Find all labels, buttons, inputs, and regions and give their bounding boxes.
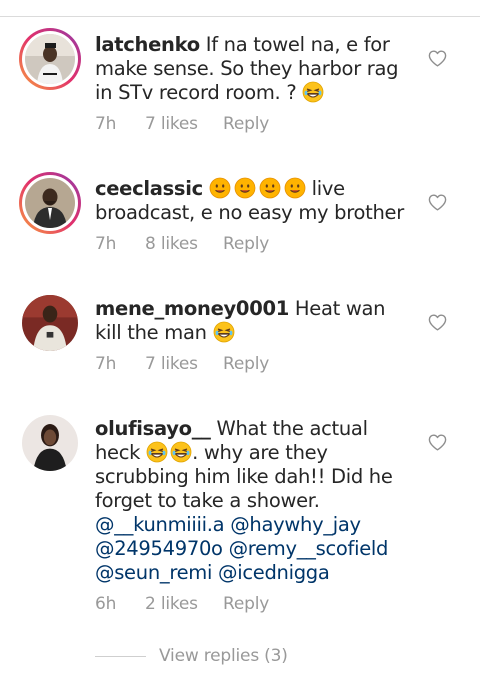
heart-icon[interactable] <box>428 314 447 331</box>
avatar[interactable] <box>19 412 81 474</box>
heart-icon[interactable] <box>428 434 447 451</box>
avatar-photo <box>22 415 78 471</box>
comment-username[interactable]: mene_money0001 <box>95 297 289 320</box>
comment-time: 7h <box>95 114 117 134</box>
comment-time: 7h <box>95 234 117 254</box>
comment-text: ceeclassic live broadcast, e no easy my … <box>95 177 410 225</box>
view-replies-divider <box>95 656 146 657</box>
avatar[interactable] <box>19 292 81 354</box>
avatar-photo <box>25 178 75 228</box>
comment-time: 6h <box>95 594 117 614</box>
comment-text: latchenko If na towel na, e for make sen… <box>95 33 410 105</box>
mention-link[interactable]: @__kunmiiii.a <box>95 513 225 536</box>
laughing-emoji-icon <box>170 441 192 463</box>
comment-likes[interactable]: 7 likes <box>145 354 198 374</box>
top-divider <box>0 0 480 17</box>
mention-link[interactable]: @icednigga <box>218 561 330 584</box>
avatar[interactable] <box>19 172 81 234</box>
comment-likes[interactable]: 7 likes <box>145 114 198 134</box>
comment-text: mene_money0001 Heat wan kill the man <box>95 297 410 345</box>
comment-likes[interactable]: 2 likes <box>145 594 198 614</box>
avatar[interactable] <box>19 28 81 90</box>
smiling-emoji-icon <box>284 177 306 199</box>
comment-text: olufisayo__ What the actual heck . why a… <box>95 417 410 585</box>
mention-link[interactable]: @24954970o <box>95 537 223 560</box>
laughing-emoji-icon <box>302 81 324 103</box>
smiling-emoji-icon <box>259 177 281 199</box>
reply-button[interactable]: Reply <box>223 594 269 614</box>
reply-button[interactable]: Reply <box>223 234 269 254</box>
heart-icon[interactable] <box>428 194 447 211</box>
laughing-emoji-icon <box>146 441 168 463</box>
mention-link[interactable]: @seun_remi <box>95 561 212 584</box>
view-replies-button[interactable]: View replies (3) <box>159 646 288 666</box>
laughing-emoji-icon <box>213 321 235 343</box>
avatar-photo <box>22 295 78 351</box>
comment-username[interactable]: latchenko <box>95 33 200 56</box>
comment-likes[interactable]: 8 likes <box>145 234 198 254</box>
heart-icon[interactable] <box>428 50 447 67</box>
comment-username[interactable]: ceeclassic <box>95 177 203 200</box>
smiling-emoji-icon <box>234 177 256 199</box>
comment-username[interactable]: olufisayo__ <box>95 417 211 440</box>
mention-link[interactable]: @haywhy_jay <box>230 513 361 536</box>
avatar-photo <box>25 34 75 84</box>
smiling-emoji-icon <box>209 177 231 199</box>
mention-link[interactable]: @remy__scofield <box>229 537 389 560</box>
reply-button[interactable]: Reply <box>223 114 269 134</box>
reply-button[interactable]: Reply <box>223 354 269 374</box>
comment-time: 7h <box>95 354 117 374</box>
